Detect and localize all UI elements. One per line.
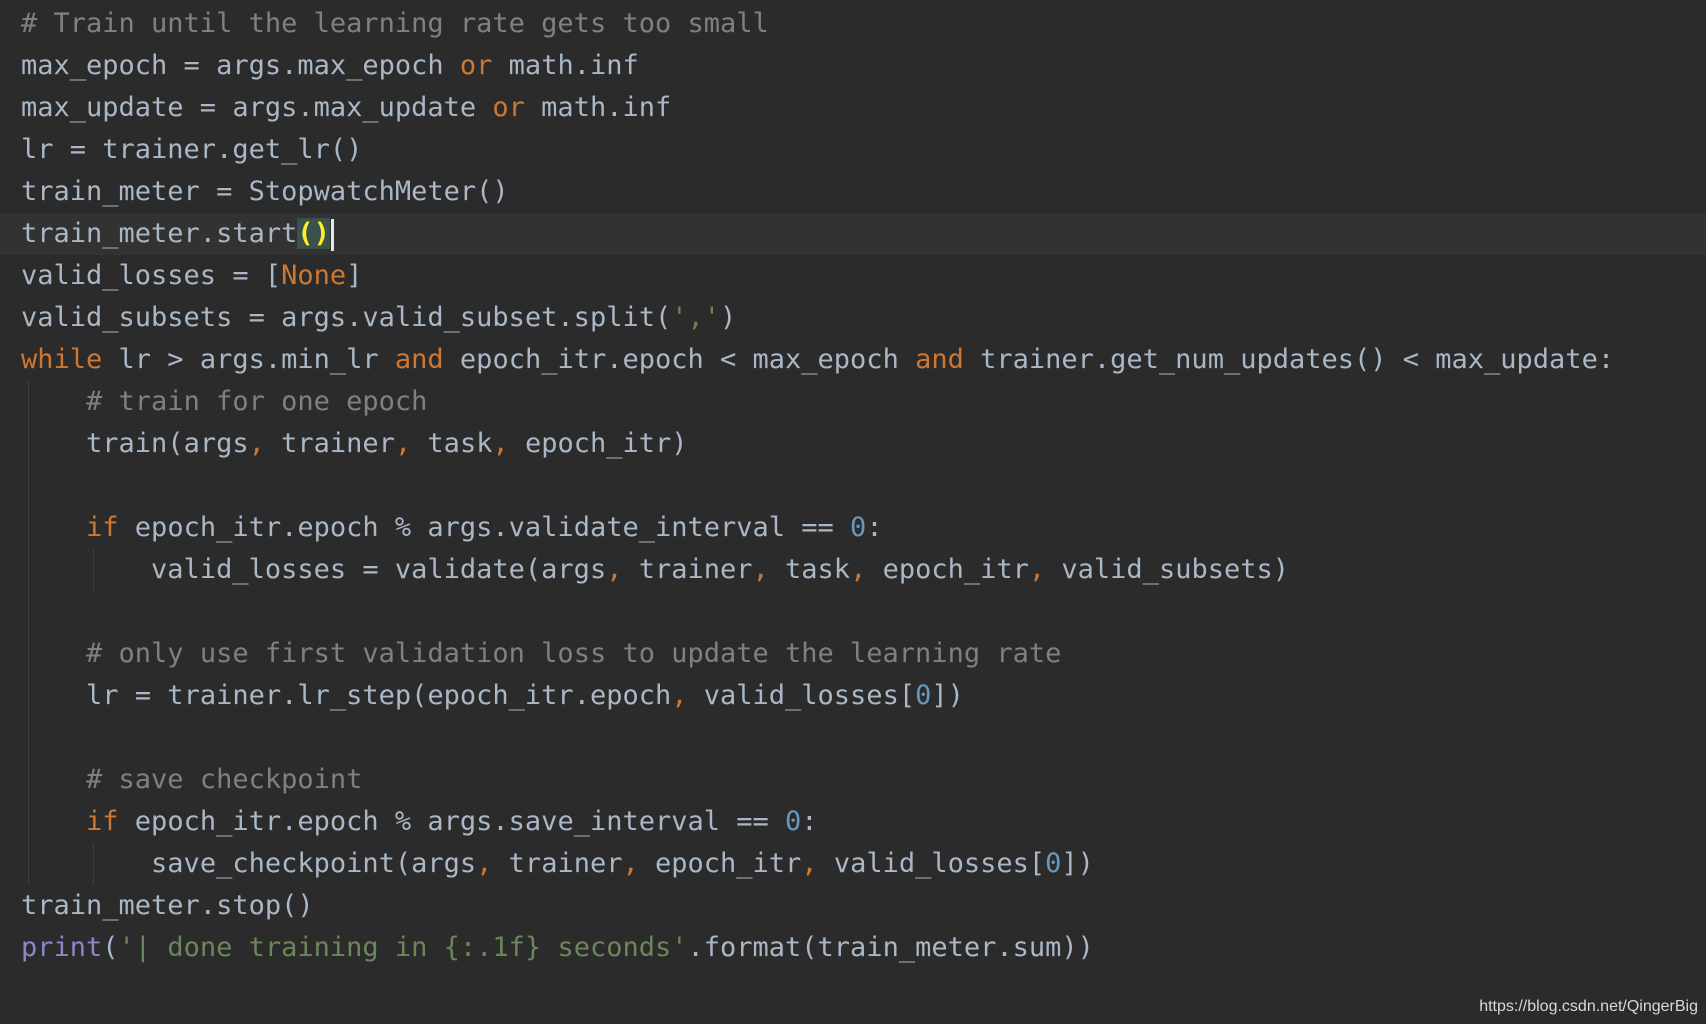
code-token: epoch_itr.epoch % args.validate_interval… <box>118 512 851 543</box>
code-line[interactable]: print('| done training in {:.1f} seconds… <box>0 927 1706 969</box>
code-token: save_checkpoint(args <box>151 848 477 879</box>
code-token: , <box>248 428 265 459</box>
code-token: trainer.get_num_updates() < max_update: <box>963 344 1615 375</box>
code-token: train_meter.start <box>21 218 298 249</box>
code-token: , <box>606 554 623 585</box>
code-line[interactable] <box>0 465 1706 507</box>
indent-guide <box>92 549 94 591</box>
code-token: , <box>1028 554 1046 585</box>
code-token: valid_losses[ <box>687 680 916 711</box>
code-token: math.inf <box>524 92 672 123</box>
code-token: ]) <box>1061 848 1094 879</box>
code-token: lr = trainer.lr_step(epoch_itr.epoch <box>86 680 672 711</box>
code-token: if <box>86 512 119 543</box>
code-line[interactable]: # save checkpoint <box>0 759 1706 801</box>
code-token: ',' <box>671 302 720 333</box>
code-line[interactable]: max_epoch = args.max_epoch or math.inf <box>0 45 1706 87</box>
text-cursor <box>330 218 334 251</box>
code-token: , <box>752 554 769 585</box>
code-token: print <box>21 932 103 963</box>
code-line[interactable] <box>0 591 1706 633</box>
code-token: and <box>915 344 964 375</box>
code-token: valid_subsets) <box>1045 554 1289 585</box>
code-token: epoch_itr.epoch < max_epoch <box>443 344 916 375</box>
code-token: or <box>459 50 493 81</box>
code-token: : <box>801 806 818 837</box>
code-token: train_meter = StopwatchMeter() <box>21 176 509 207</box>
code-token: task <box>768 554 851 585</box>
code-token: : <box>866 512 883 543</box>
code-token: , <box>394 428 412 459</box>
code-token: trainer <box>622 554 753 585</box>
code-line[interactable]: lr = trainer.lr_step(epoch_itr.epoch, va… <box>0 675 1706 717</box>
code-token: # save checkpoint <box>86 764 363 795</box>
code-token: , <box>801 848 818 879</box>
indent-guide <box>92 843 94 885</box>
code-token: epoch_itr.epoch % args.save_interval == <box>118 806 786 837</box>
code-token: max_update = args.max_update <box>21 92 493 123</box>
code-line[interactable]: # train for one epoch <box>0 381 1706 423</box>
code-line[interactable]: if epoch_itr.epoch % args.save_interval … <box>0 801 1706 843</box>
code-token: valid_subsets = args.valid_subset.split( <box>21 302 672 333</box>
code-token: lr = trainer.get_lr() <box>21 134 363 165</box>
code-token: or <box>492 92 525 123</box>
code-line[interactable]: train_meter.stop() <box>0 885 1706 927</box>
code-token: valid_losses = validate(args <box>151 554 607 585</box>
code-line[interactable]: valid_losses = [None] <box>0 255 1706 297</box>
code-line[interactable]: train_meter = StopwatchMeter() <box>0 171 1706 213</box>
indent-guide <box>27 381 29 885</box>
code-line[interactable] <box>0 717 1706 759</box>
code-token: math.inf <box>492 50 639 81</box>
code-token: if <box>86 806 119 837</box>
code-token: # only use first validation loss to upda… <box>86 638 1062 669</box>
code-token: , <box>671 680 688 711</box>
code-editor[interactable]: # Train until the learning rate gets too… <box>0 3 1706 969</box>
code-token: while <box>21 344 103 375</box>
code-token: 0 <box>850 512 867 543</box>
code-token: , <box>850 554 867 585</box>
code-token: None <box>281 260 347 291</box>
code-token: () <box>297 218 330 249</box>
code-token: epoch_itr) <box>508 428 688 459</box>
code-line[interactable]: train(args, trainer, task, epoch_itr) <box>0 423 1706 465</box>
code-token: train(args <box>86 428 249 459</box>
code-token: train_meter.stop() <box>21 890 314 921</box>
code-line[interactable]: # only use first validation loss to upda… <box>0 633 1706 675</box>
code-token: ( <box>102 932 119 963</box>
code-token: task <box>411 428 493 459</box>
code-token: , <box>622 848 639 879</box>
code-token: epoch_itr <box>866 554 1029 585</box>
code-line-current[interactable]: train_meter.start() <box>0 213 1706 255</box>
code-line[interactable]: # Train until the learning rate gets too… <box>0 3 1706 45</box>
code-token: , <box>476 848 493 879</box>
code-line[interactable]: if epoch_itr.epoch % args.validate_inter… <box>0 507 1706 549</box>
code-token: lr > args.min_lr <box>102 344 395 375</box>
watermark: https://blog.csdn.net/QingerBig <box>1479 998 1698 1015</box>
code-line[interactable]: save_checkpoint(args, trainer, epoch_itr… <box>0 843 1706 885</box>
code-line[interactable]: valid_subsets = args.valid_subset.split(… <box>0 297 1706 339</box>
code-token: 0 <box>915 680 932 711</box>
code-token: max_epoch = args.max_epoch <box>21 50 460 81</box>
code-token: trainer <box>264 428 395 459</box>
code-token: epoch_itr <box>638 848 802 879</box>
code-line[interactable]: while lr > args.min_lr and epoch_itr.epo… <box>0 339 1706 381</box>
code-token: valid_losses[ <box>817 848 1046 879</box>
code-token: ) <box>720 302 737 333</box>
code-line[interactable]: valid_losses = validate(args, trainer, t… <box>0 549 1706 591</box>
code-token: # Train until the learning rate gets too… <box>21 8 769 39</box>
code-token: and <box>394 344 444 375</box>
code-token: ]) <box>931 680 964 711</box>
code-token: .format(train_meter.sum)) <box>687 932 1094 963</box>
code-token: '| done training in {:.1f} seconds' <box>118 932 688 963</box>
code-token: , <box>492 428 509 459</box>
code-line[interactable]: lr = trainer.get_lr() <box>0 129 1706 171</box>
code-token: valid_losses = [ <box>21 260 282 291</box>
code-token: trainer <box>492 848 623 879</box>
code-token: 0 <box>1045 848 1062 879</box>
code-token: 0 <box>785 806 802 837</box>
code-line[interactable]: max_update = args.max_update or math.inf <box>0 87 1706 129</box>
code-token: # train for one epoch <box>86 386 428 417</box>
code-token: ] <box>346 260 363 291</box>
